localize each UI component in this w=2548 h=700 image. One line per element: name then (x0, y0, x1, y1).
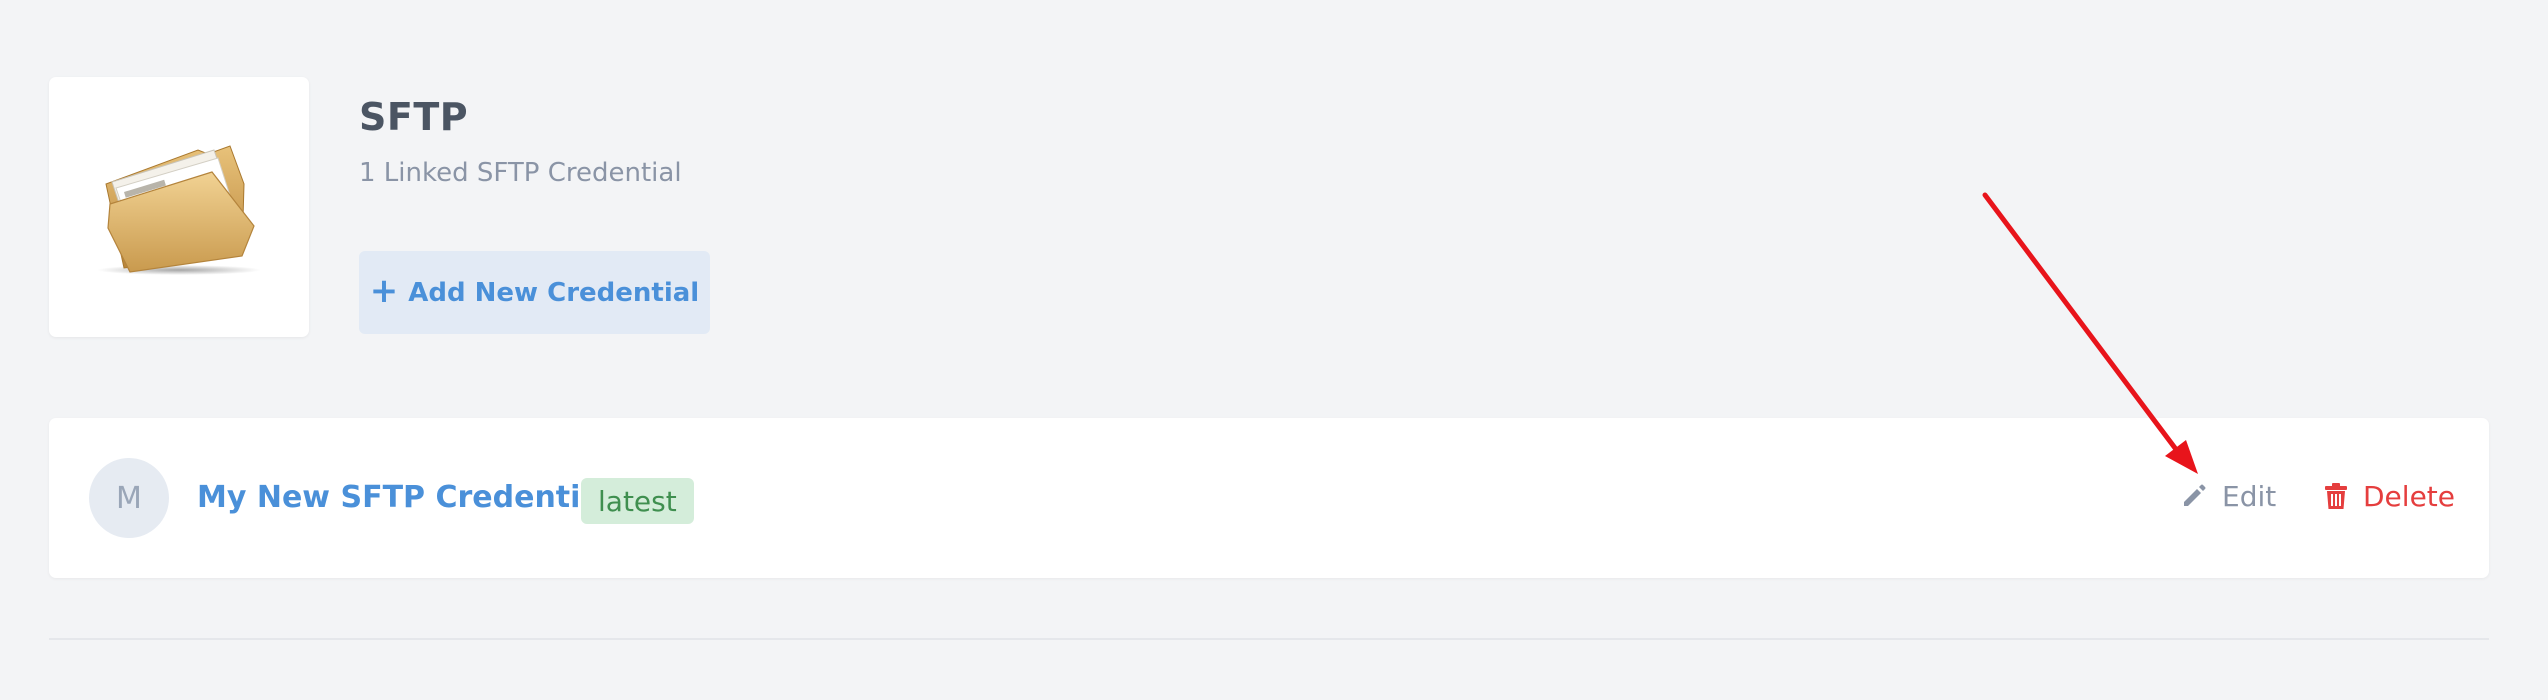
credential-name-link[interactable]: My New SFTP Credential (197, 480, 611, 515)
status-badge: latest (581, 478, 694, 524)
pencil-icon (2184, 484, 2206, 506)
delete-button[interactable]: Delete (2323, 474, 2455, 518)
delete-label: Delete (2363, 479, 2455, 513)
service-logo-card (49, 77, 309, 337)
page-title: SFTP (359, 95, 469, 139)
credential-row: M My New SFTP Credential latest Edit Del… (49, 418, 2489, 578)
trash-icon (2325, 483, 2347, 509)
edit-button[interactable]: Edit (2180, 474, 2276, 518)
plus-icon: + (369, 270, 399, 311)
divider (49, 638, 2489, 640)
page: SFTP 1 Linked SFTP Credential + Add New … (0, 0, 2548, 700)
add-button-label: Add New Credential (408, 277, 700, 308)
avatar: M (89, 458, 169, 538)
add-new-credential-button[interactable]: + Add New Credential (359, 251, 710, 334)
folder-icon (97, 145, 261, 275)
linked-credential-count: 1 Linked SFTP Credential (359, 158, 682, 188)
edit-label: Edit (2222, 479, 2277, 513)
